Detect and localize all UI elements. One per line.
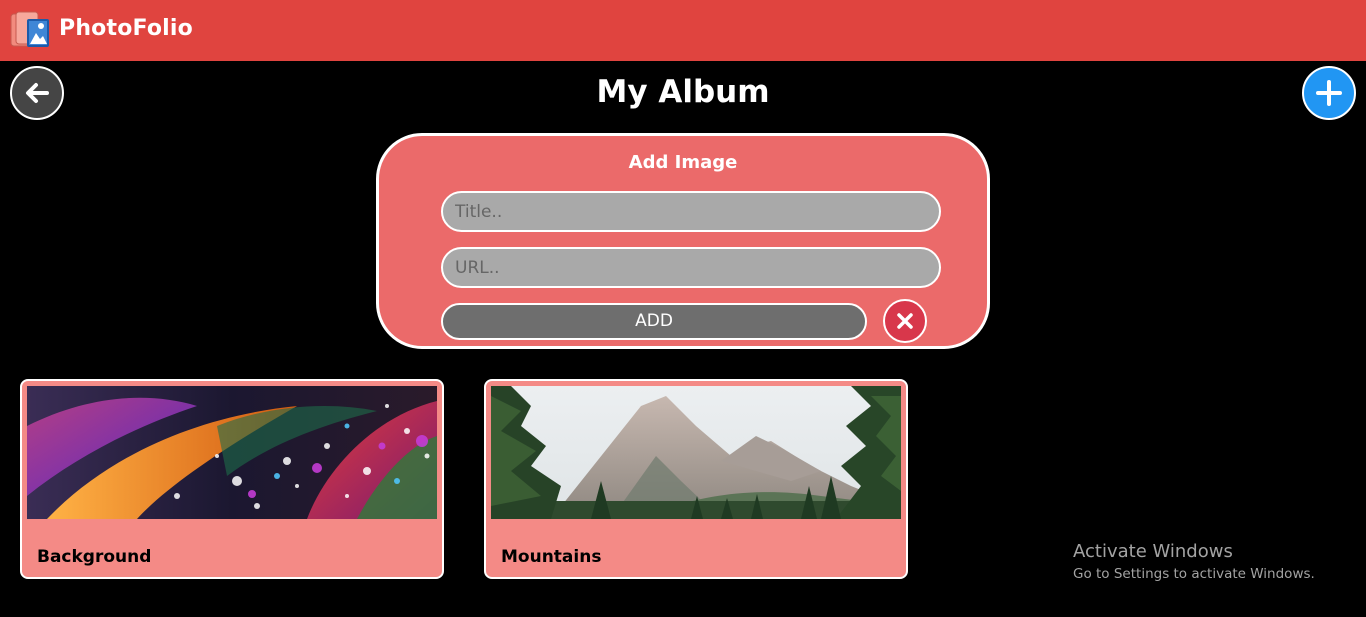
close-form-button[interactable] bbox=[883, 299, 927, 343]
app-name: PhotoFolio bbox=[59, 16, 193, 41]
activate-windows-title: Activate Windows bbox=[1073, 541, 1233, 562]
image-caption: Mountains bbox=[501, 547, 602, 567]
image-thumbnail bbox=[27, 386, 437, 519]
title-input[interactable] bbox=[441, 191, 941, 232]
add-image-form: Add Image ADD bbox=[376, 133, 990, 349]
page-title: My Album bbox=[596, 74, 770, 110]
image-card[interactable]: Background bbox=[20, 379, 444, 579]
add-submit-button[interactable]: ADD bbox=[441, 303, 867, 340]
image-thumbnail bbox=[491, 386, 901, 519]
activate-windows-subtitle: Go to Settings to activate Windows. bbox=[1073, 566, 1315, 582]
image-caption: Background bbox=[37, 547, 152, 567]
image-card[interactable]: Mountains bbox=[484, 379, 908, 579]
plus-icon bbox=[1316, 80, 1342, 106]
close-icon bbox=[897, 313, 913, 329]
photo-album-icon[interactable] bbox=[10, 11, 50, 49]
form-title: Add Image bbox=[628, 152, 738, 173]
add-image-button[interactable] bbox=[1302, 66, 1356, 120]
url-input[interactable] bbox=[441, 247, 941, 288]
navbar: PhotoFolio bbox=[0, 0, 1366, 61]
